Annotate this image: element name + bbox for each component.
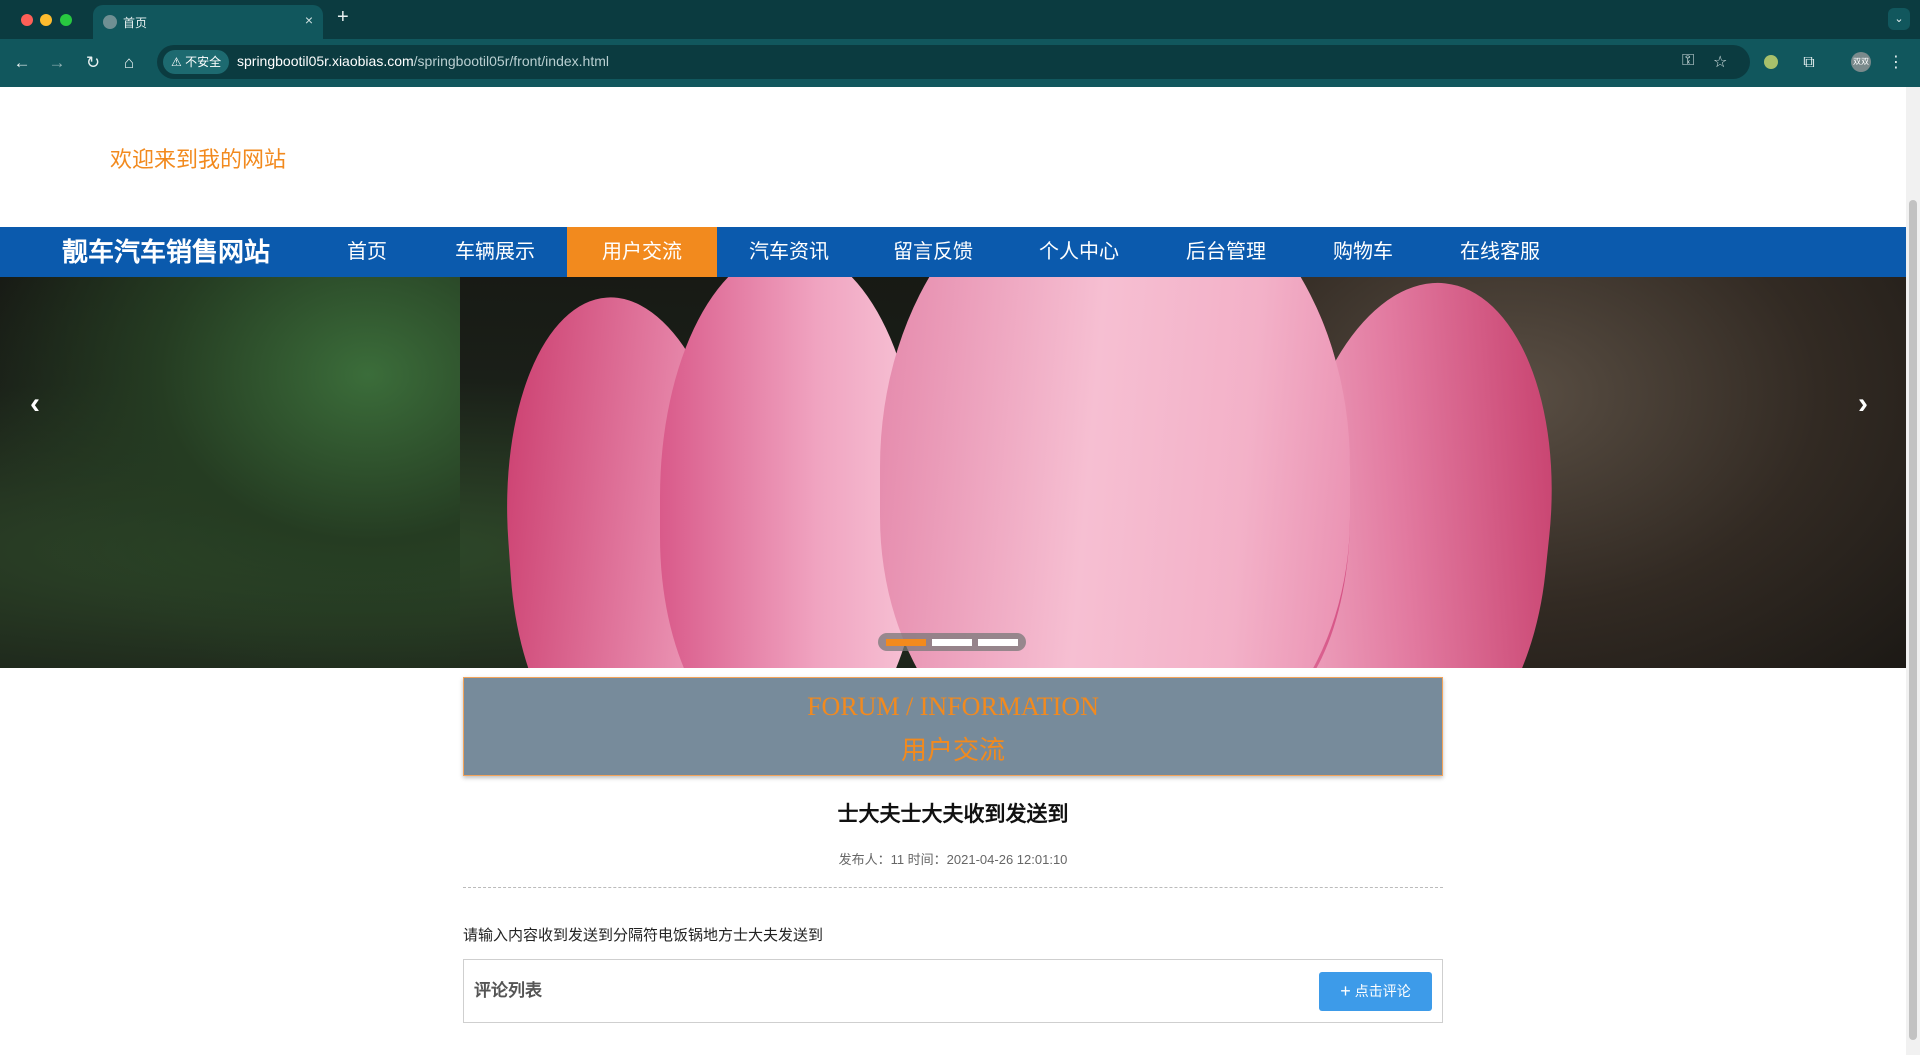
carousel-dot[interactable] bbox=[932, 639, 972, 646]
post-meta: 发布人：11 时间：2021-04-26 12:01:10 bbox=[838, 852, 1068, 867]
add-comment-button[interactable]: + 点击评论 bbox=[1319, 972, 1432, 1011]
forum-heading-box: FORUM / INFORMATION 用户交流 bbox=[463, 677, 1443, 776]
nav-item-car-news[interactable]: 汽车资讯 bbox=[734, 227, 844, 277]
forum-title-cn: 用户交流 bbox=[900, 736, 1005, 765]
back-icon[interactable]: ← bbox=[10, 51, 34, 75]
browser-tab[interactable]: 首页 × bbox=[93, 5, 323, 39]
lotus-petal bbox=[880, 277, 1350, 668]
profile-avatar[interactable]: 双双 bbox=[1851, 52, 1871, 72]
nav-item-home[interactable]: 首页 bbox=[330, 227, 404, 277]
password-key-icon[interactable]: ⚿ bbox=[1682, 52, 1694, 70]
bookmark-star-icon[interactable]: ☆ bbox=[1713, 52, 1727, 72]
site-name[interactable]: 靓车汽车销售网站 bbox=[62, 227, 270, 277]
banner-foliage bbox=[0, 277, 460, 668]
carousel-indicators bbox=[878, 633, 1026, 651]
tab-close-icon[interactable]: × bbox=[305, 12, 313, 28]
reload-icon[interactable]: ↻ bbox=[81, 51, 105, 75]
address-bar[interactable]: ⚠ 不安全 springbootil05r.xiaobias.com/sprin… bbox=[157, 45, 1750, 79]
forward-icon[interactable]: → bbox=[45, 51, 69, 75]
plus-icon: + bbox=[1340, 981, 1351, 1001]
post-divider bbox=[463, 887, 1443, 888]
url-path: /springbootil05r/front/index.html bbox=[413, 53, 609, 69]
add-comment-label: 点击评论 bbox=[1354, 983, 1411, 999]
banner-carousel[interactable]: ‹ › bbox=[0, 277, 1906, 668]
post-content: 请输入内容收到发送到分隔符电饭锅地方士大夫发送到 bbox=[463, 927, 824, 944]
carousel-next-button[interactable]: › bbox=[1858, 387, 1868, 421]
security-label: 不安全 bbox=[185, 55, 222, 69]
tab-title: 首页 bbox=[123, 16, 148, 30]
nav-item-user-forum[interactable]: 用户交流 bbox=[567, 227, 717, 277]
new-tab-button[interactable]: + bbox=[337, 6, 349, 29]
browser-menu-icon[interactable]: ⋮ bbox=[1884, 51, 1908, 75]
welcome-text: 欢迎来到我的网站 bbox=[110, 147, 287, 172]
tab-search-icon[interactable]: ⌄ bbox=[1888, 8, 1910, 30]
carousel-dot[interactable] bbox=[978, 639, 1018, 646]
carousel-prev-button[interactable]: ‹ bbox=[30, 387, 40, 421]
url-host: springbootil05r.xiaobias.com bbox=[237, 53, 414, 69]
page-scrollbar-thumb[interactable] bbox=[1909, 200, 1917, 1040]
nav-item-customer-service[interactable]: 在线客服 bbox=[1445, 227, 1555, 277]
comments-section: 评论列表 + 点击评论 bbox=[463, 959, 1443, 1023]
browser-tab-strip: 首页 × + ⌄ bbox=[0, 0, 1920, 39]
nav-item-feedback[interactable]: 留言反馈 bbox=[878, 227, 988, 277]
window-minimize-icon[interactable] bbox=[40, 14, 52, 26]
url-text: springbootil05r.xiaobias.com/springbooti… bbox=[237, 53, 609, 69]
extensions-puzzle-icon[interactable]: ⧉ bbox=[1797, 51, 1821, 75]
window-maximize-icon[interactable] bbox=[60, 14, 72, 26]
nav-item-personal-center[interactable]: 个人中心 bbox=[1024, 227, 1134, 277]
globe-icon bbox=[103, 15, 117, 29]
extension-icon[interactable] bbox=[1764, 55, 1778, 69]
comments-title: 评论列表 bbox=[474, 981, 542, 1000]
home-icon[interactable]: ⌂ bbox=[117, 51, 141, 75]
nav-item-vehicles[interactable]: 车辆展示 bbox=[440, 227, 550, 277]
main-navbar: 靓车汽车销售网站 首页 车辆展示 用户交流 汽车资讯 留言反馈 个人中心 后台管… bbox=[0, 227, 1906, 277]
nav-item-admin[interactable]: 后台管理 bbox=[1171, 227, 1281, 277]
nav-item-cart[interactable]: 购物车 bbox=[1323, 227, 1403, 277]
forum-title-en: FORUM / INFORMATION bbox=[807, 692, 1099, 721]
window-close-icon[interactable] bbox=[21, 14, 33, 26]
browser-toolbar: ← → ↻ ⌂ ⚠ 不安全 springbootil05r.xiaobias.c… bbox=[0, 39, 1920, 87]
post-title: 士大夫士大夫收到发送到 bbox=[837, 803, 1069, 826]
security-warning-chip[interactable]: ⚠ 不安全 bbox=[163, 50, 230, 74]
carousel-dot[interactable] bbox=[886, 639, 926, 646]
